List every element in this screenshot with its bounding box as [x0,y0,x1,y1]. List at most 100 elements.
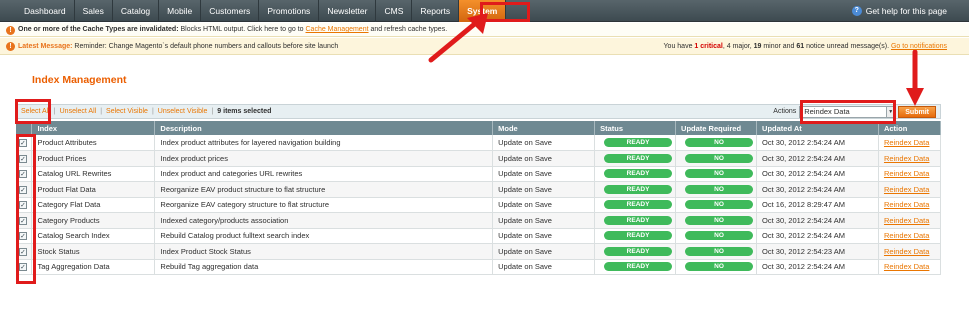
status-badge: READY [604,231,673,241]
summary-text: , 4 major, [722,43,754,50]
table-row: ✓ Catalog Search Index Rebuild Catalog pro… [16,228,942,244]
reindex-data-link[interactable]: Reindex Data [884,185,929,194]
select-visible-link[interactable]: Select Visible [106,108,148,115]
help-link[interactable]: ? Get help for this page [851,0,947,22]
index-name: Product Flat Data [31,181,156,198]
nav-item-catalog[interactable]: Catalog [113,0,160,22]
table-row: ✓ Product Flat Data Reorganize EAV product… [16,181,942,198]
update-required-cell: NO [675,150,758,167]
index-name: Category Products [31,212,156,229]
reindex-data-link[interactable]: Reindex Data [884,154,929,163]
status-badge: READY [604,215,673,225]
index-description: Rebuild Catalog product fulltext search … [154,228,494,244]
update-required-badge: NO [685,246,754,256]
help-label: Get help for this page [865,6,947,16]
column-header[interactable]: Description [154,121,494,135]
status-badge: READY [604,184,673,194]
updated-at: Oct 30, 2012 2:54:24 AM [756,259,879,275]
table-row: ✓ Tag Aggregation Data Rebuild Tag aggrega… [16,259,942,275]
index-description: Indexed category/products association [154,212,494,229]
status-cell: READY [594,135,677,151]
updated-at: Oct 30, 2012 2:54:24 AM [756,181,879,198]
index-grid: Index Description Mode Status Update Require… [16,121,942,275]
nav-item-cms[interactable]: CMS [376,0,413,22]
selected-count: 9 items selected [217,108,272,115]
update-required-badge: NO [685,184,754,194]
table-row: ✓ Catalog URL Rewrites Index product and c… [16,166,942,182]
update-required-badge: NO [685,231,754,241]
reindex-data-link[interactable]: Reindex Data [884,138,929,147]
separator: | [151,108,154,115]
status-cell: READY [594,228,677,244]
update-required-cell: NO [675,243,758,260]
nav-item-sales[interactable]: Sales [75,0,113,22]
index-description: Rebuild Tag aggregation data [154,259,494,275]
latest-message-text: Reminder: Change Magento`s default phone… [72,43,339,50]
index-description: Reorganize EAV category structure to fla… [154,197,494,213]
status-cell: READY [594,181,677,198]
update-required-cell: NO [675,181,758,198]
cache-invalidated-title: One or more of the Cache Types are inval… [18,26,179,33]
table-row: ✓ Product Prices Index product prices Updat… [16,150,942,167]
nav-item-customers[interactable]: Customers [201,0,260,22]
index-mode: Update on Save [492,228,596,244]
update-required-cell: NO [675,166,758,182]
update-required-cell: NO [675,135,758,151]
update-required-badge: NO [685,262,754,272]
updated-at: Oct 16, 2012 8:29:47 AM [756,197,879,213]
updated-at: Oct 30, 2012 2:54:24 AM [756,212,879,229]
latest-message-label: Latest Message: [18,43,73,50]
index-mode: Update on Save [492,181,596,198]
index-name: Catalog Search Index [31,228,156,244]
column-header[interactable]: Mode [492,121,596,135]
column-header[interactable]: Status [594,121,677,135]
nav-item-mobile[interactable]: Mobile [159,0,202,22]
critical-count: 1 critical [694,43,723,50]
reindex-data-link[interactable]: Reindex Data [884,169,929,178]
column-header[interactable]: Update Required [675,121,758,135]
nav-item-newsletter[interactable]: Newsletter [319,0,377,22]
index-name: Catalog URL Rewrites [31,166,156,182]
annotation-arrow-submit [906,50,924,106]
action-cell: Reindex Data [878,212,942,229]
update-required-cell: NO [675,259,758,275]
action-cell: Reindex Data [878,259,942,275]
status-cell: READY [594,243,677,260]
status-cell: READY [594,212,677,229]
annotation-box-checkboxes [16,134,36,284]
cache-management-link[interactable]: Cache Management [306,26,369,33]
index-description: Index Product Stock Status [154,243,494,260]
notifications-link[interactable]: Go to notifications [891,43,947,50]
reindex-data-link[interactable]: Reindex Data [884,262,929,271]
updated-at: Oct 30, 2012 2:54:24 AM [756,166,879,182]
action-cell: Reindex Data [878,135,942,151]
summary-text: notice unread message(s). [804,43,891,50]
reindex-data-link[interactable]: Reindex Data [884,200,929,209]
reindex-data-link[interactable]: Reindex Data [884,247,929,256]
reindex-data-link[interactable]: Reindex Data [884,216,929,225]
update-required-badge: NO [685,215,754,225]
update-required-badge: NO [685,200,754,210]
separator: | [100,108,103,115]
action-cell: Reindex Data [878,243,942,260]
summary-text: You have [663,43,695,50]
updated-at: Oct 30, 2012 2:54:23 AM [756,243,879,260]
updated-at: Oct 30, 2012 2:54:24 AM [756,135,879,151]
index-mode: Update on Save [492,243,596,260]
unselect-all-link[interactable]: Unselect All [60,108,97,115]
nav-item-promotions[interactable]: Promotions [259,0,320,22]
table-row: ✓ Category Products Indexed category/produ… [16,212,942,229]
annotation-box-actions [800,100,896,124]
status-badge: READY [604,138,673,147]
status-badge: READY [604,246,673,256]
nav-item-dashboard[interactable]: Dashboard [16,0,75,22]
unselect-visible-link[interactable]: Unselect Visible [158,108,208,115]
status-cell: READY [594,197,677,213]
index-mode: Update on Save [492,166,596,182]
index-name: Product Attributes [31,135,156,151]
action-cell: Reindex Data [878,150,942,167]
status-badge: READY [604,169,673,179]
summary-text: minor and [761,43,797,50]
warning-icon: ! [6,42,15,51]
reindex-data-link[interactable]: Reindex Data [884,231,929,240]
